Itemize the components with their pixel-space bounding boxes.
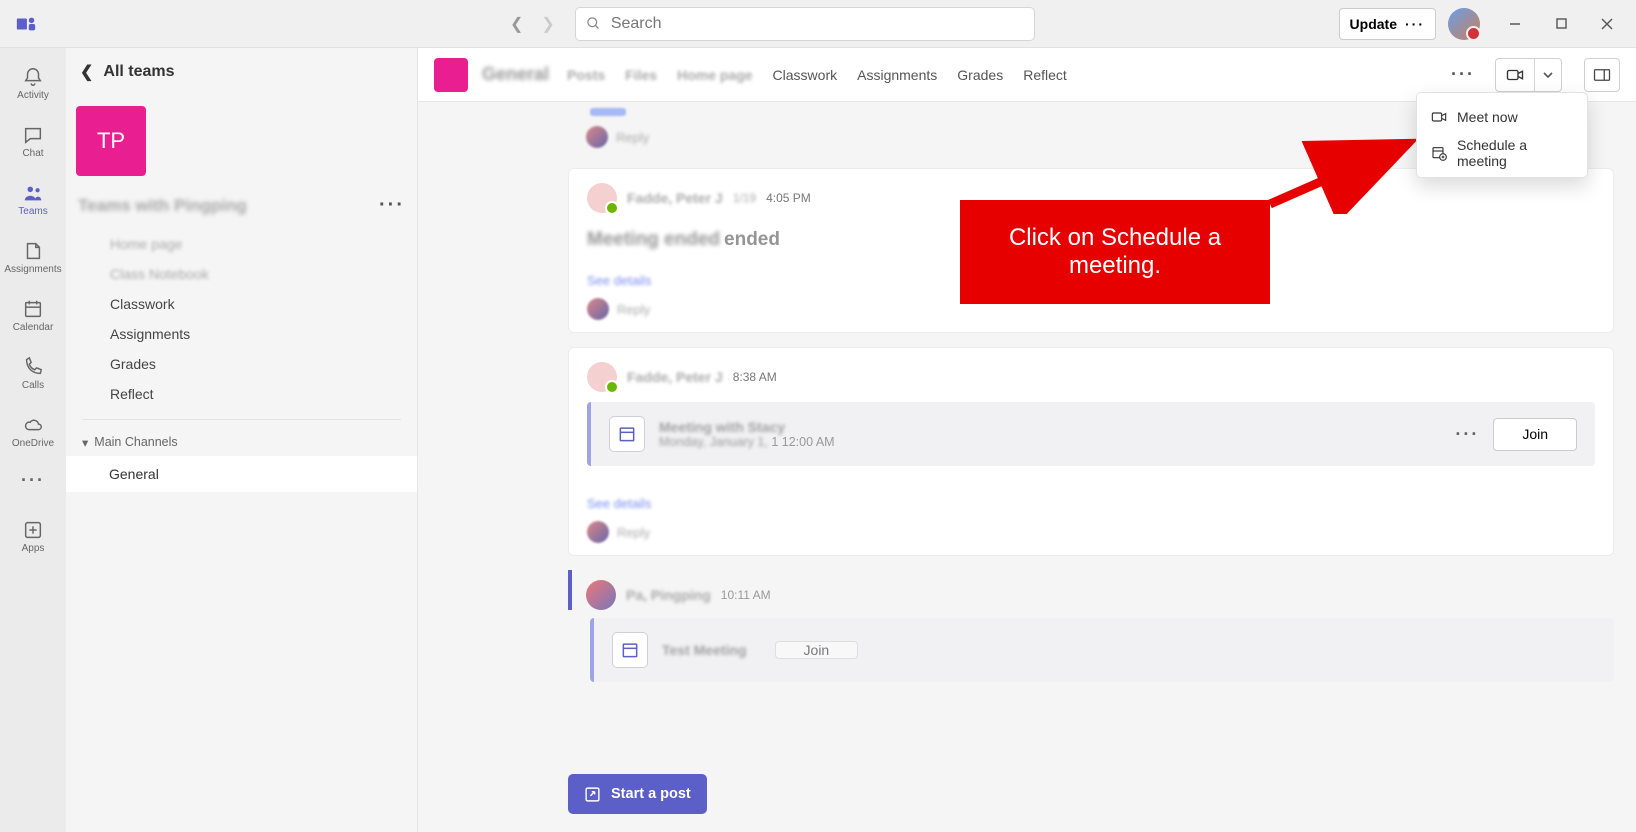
meeting-card: Meeting with Stacy Monday, January 1, 1 … [587,402,1595,466]
post-avatar[interactable] [586,580,616,610]
rail-chat[interactable]: Chat [3,114,63,168]
post-avatar[interactable] [587,183,617,213]
maximize-button[interactable] [1538,4,1584,44]
sidebar-item-assignments[interactable]: Assignments [82,319,401,349]
search-placeholder: Search [611,15,662,33]
channel-general[interactable]: General [66,456,417,492]
forward-arrow[interactable]: ❯ [541,14,554,34]
history-nav: ❮ ❯ [510,14,555,34]
join-button[interactable]: Join [1493,418,1577,451]
back-arrow[interactable]: ❮ [510,14,523,34]
meet-button[interactable] [1495,58,1562,92]
channel-title: General [482,64,549,85]
meeting-card: Test Meeting Join [590,618,1614,682]
sidebar-quicklinks: Home page Class Notebook Classwork Assig… [82,225,401,420]
sidebar-item-reflect[interactable]: Reflect [82,379,401,409]
teams-app-icon [12,10,40,38]
meeting-title: Meeting with Stacy [659,419,835,435]
reply-avatar [587,298,609,320]
post-time: 4:05 PM [766,191,811,205]
team-name: Teams with Pingping [78,196,247,216]
reply-link[interactable]: Reply [616,130,649,145]
calendar-icon [612,632,648,668]
tab-reflect[interactable]: Reflect [1023,61,1067,89]
post-time: 10:11 AM [721,588,771,602]
instruction-callout: Click on Schedule a meeting. [960,200,1270,304]
tab-files[interactable]: Files [625,61,657,89]
start-post-button[interactable]: Start a post [568,774,707,814]
app-rail: Activity Chat Teams Assignments Calendar… [0,48,66,832]
sidebar-group-main-channels[interactable]: ▾ Main Channels [66,428,417,456]
rail-more[interactable]: ··· [21,470,45,491]
titlebar: ❮ ❯ Search Update ··· [0,0,1636,48]
rail-onedrive[interactable]: OneDrive [3,404,63,458]
camera-icon [1496,68,1534,82]
tab-posts[interactable]: Posts [567,61,605,89]
meeting-subtitle: Monday, January 1, 1 12:00 AM [659,435,835,449]
see-details-link[interactable]: See details [587,496,1595,511]
chevron-left-icon: ❮ [80,62,93,82]
post-card-meeting-scheduled: Fadde, Peter J 8:38 AM Meeting with Stac… [568,347,1614,556]
ellipsis-icon: ··· [1405,16,1425,32]
post-author: Fadde, Peter J [627,369,723,385]
tab-grades[interactable]: Grades [957,61,1003,89]
post-time: 8:38 AM [733,370,777,384]
unread-marker [590,108,626,116]
team-more-button[interactable]: ··· [379,194,405,217]
update-button[interactable]: Update ··· [1339,8,1436,40]
rail-calendar[interactable]: Calendar [3,288,63,342]
join-button[interactable]: Join [775,641,859,659]
reply-link[interactable]: Reply [617,302,650,317]
rail-activity[interactable]: Activity [3,56,63,110]
open-panel-button[interactable] [1584,58,1620,92]
post-author: Fadde, Peter J [627,190,723,206]
meet-dropdown-menu: Meet now Schedule a meeting [1416,92,1588,178]
meeting-card-more[interactable]: ··· [1455,424,1479,445]
channel-tabs: Posts Files Home page Classwork Assignme… [567,61,1067,89]
caret-down-icon: ▾ [82,435,88,450]
team-avatar-tile[interactable]: TP [76,106,146,176]
sidebar-item-classwork[interactable]: Classwork [82,289,401,319]
rail-assignments[interactable]: Assignments [3,230,63,284]
minimize-button[interactable] [1492,4,1538,44]
sidebar-item-grades[interactable]: Grades [82,349,401,379]
rail-apps[interactable]: Apps [3,509,63,563]
teams-sidebar: ❮ All teams TP Teams with Pingping ··· H… [66,48,418,832]
meeting-title: Test Meeting [662,642,747,658]
reply-avatar [587,521,609,543]
rail-teams[interactable]: Teams [3,172,63,226]
post-avatar[interactable] [587,362,617,392]
dropdown-meet-now[interactable]: Meet now [1417,99,1587,135]
post-date: 1/19 [733,191,756,205]
search-input[interactable]: Search [575,7,1035,41]
meet-dropdown-caret[interactable] [1534,59,1561,91]
channel-avatar [434,58,468,92]
post-author: Pa, Pingping [626,587,711,603]
sidebar-item-classnotebook[interactable]: Class Notebook [82,259,401,289]
rail-calls[interactable]: Calls [3,346,63,400]
reply-link[interactable]: Reply [617,525,650,540]
dropdown-schedule-meeting[interactable]: Schedule a meeting [1417,135,1587,171]
all-teams-back[interactable]: ❮ All teams [66,48,417,96]
tab-classwork[interactable]: Classwork [773,61,838,89]
sidebar-item-homepage[interactable]: Home page [82,229,401,259]
tab-homepage[interactable]: Home page [677,61,752,89]
calendar-icon [609,416,645,452]
channel-more-button[interactable]: ··· [1445,60,1481,89]
close-button[interactable] [1584,4,1630,44]
user-avatar[interactable] [1448,8,1480,40]
tab-assignments[interactable]: Assignments [857,61,937,89]
reply-avatar [586,126,608,148]
